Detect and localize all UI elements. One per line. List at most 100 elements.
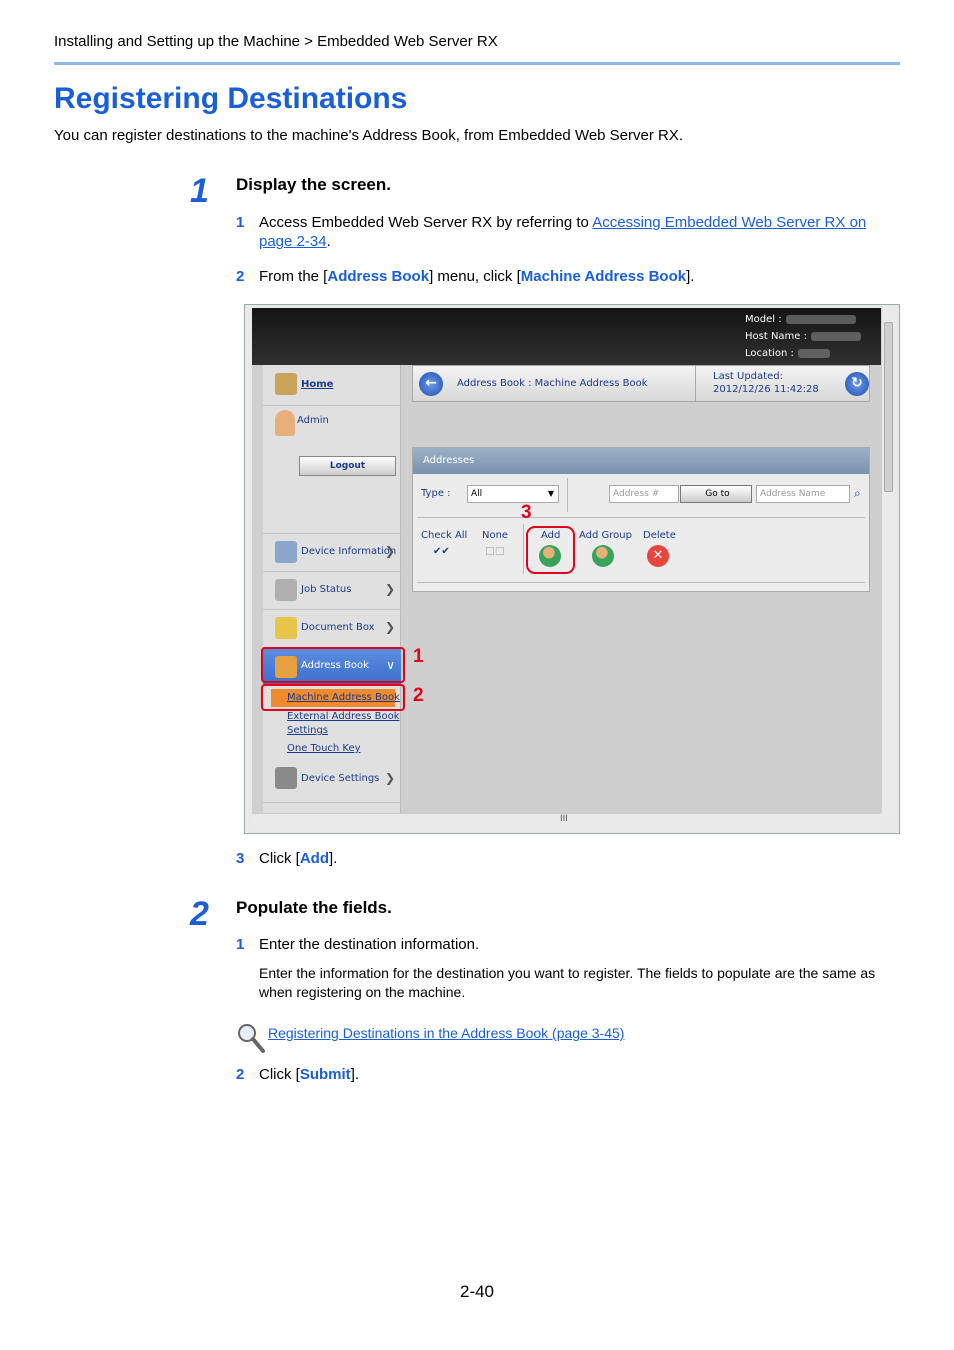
location-label: Location : — [745, 348, 794, 359]
nav-job-status[interactable]: Job Status ❯ — [263, 572, 401, 610]
substep-1-2-pre: From the [ — [259, 268, 328, 285]
substep-2-1-note: Enter the information for the destinatio… — [259, 965, 876, 1000]
kw-machine-address-book: Machine Address Book — [520, 268, 687, 285]
vertical-scrollbar[interactable] — [881, 308, 895, 813]
substep-2-2-pre: Click [ — [259, 1066, 300, 1083]
substep-2-2-number: 2 — [236, 1066, 245, 1083]
job-status-icon — [275, 579, 297, 601]
kw-add: Add — [299, 850, 330, 867]
none-icon[interactable]: ☐☐ — [485, 545, 505, 558]
nav-settings[interactable]: Settings — [287, 725, 328, 736]
nav-home-label: Home — [301, 379, 334, 390]
address-name-input[interactable]: Address Name — [756, 485, 850, 503]
dropdown-arrow-icon: ▼ — [547, 489, 554, 498]
callout-3: 3 — [521, 502, 532, 523]
panel-bottom-line — [417, 582, 865, 583]
nav-document-box-label: Document Box — [301, 622, 375, 633]
admin-user-icon — [275, 410, 295, 436]
substep-1-2-mid: ] menu, click [ — [429, 268, 521, 285]
substep-1-3-end: ]. — [329, 850, 338, 867]
link-accessing-ews-page[interactable]: page 2-34 — [259, 233, 327, 250]
page-title: Registering Destinations — [54, 82, 408, 115]
intro-text: You can register destinations to the mac… — [54, 127, 684, 144]
substep-1-1-body: Access Embedded Web Server RX by referri… — [259, 214, 593, 231]
substep-2-2-text: Click [Submit]. — [259, 1065, 359, 1084]
last-updated-value: 2012/12/26 11:42:28 — [713, 384, 819, 395]
breadcrumb: Installing and Setting up the Machine > … — [54, 33, 498, 50]
toolbar-divider — [567, 478, 568, 512]
callout-box-machine-address-book — [261, 684, 405, 711]
substep-1-1-text: Access Embedded Web Server RX by referri… — [259, 213, 904, 251]
device-info-block: Model : Host Name : Location : — [745, 311, 861, 362]
type-label: Type : — [421, 488, 451, 499]
none-label[interactable]: None — [482, 530, 508, 541]
nav-admin-label: Admin — [297, 415, 329, 426]
model-value-blurred — [785, 314, 856, 324]
search-icon[interactable]: ⌕ — [854, 486, 861, 501]
addresses-panel: Addresses Type : All ▼ Address # Go to Ad… — [412, 447, 870, 592]
host-name-label: Host Name : — [745, 331, 807, 342]
callout-2: 2 — [413, 685, 424, 706]
substep-1-3-pre: Click [ — [259, 850, 300, 867]
address-number-input[interactable]: Address # — [609, 485, 679, 503]
nav-one-touch-key[interactable]: One Touch Key — [287, 743, 361, 754]
toolbar-divider-2 — [523, 524, 524, 574]
nav-external-address-book[interactable]: External Address Book — [287, 711, 400, 722]
horizontal-scroll-grip[interactable]: III — [560, 814, 568, 824]
add-group-icon[interactable] — [592, 545, 614, 567]
link-registering-destinations-address-book[interactable]: Registering Destinations in the Address … — [268, 1024, 624, 1043]
chevron-right-icon: ❯ — [384, 620, 395, 634]
add-group-label[interactable]: Add Group — [579, 530, 632, 541]
magnifier-reference-icon — [236, 1022, 266, 1054]
substep-1-2-end: ]. — [686, 268, 695, 285]
back-arrow-icon[interactable]: ← — [419, 372, 443, 396]
refresh-icon[interactable]: ↻ — [845, 372, 869, 396]
last-updated-label: Last Updated: — [713, 371, 783, 382]
device-information-icon — [275, 541, 297, 563]
chevron-right-icon: ❯ — [384, 544, 395, 558]
logout-button[interactable]: Logout — [299, 456, 396, 476]
nav-device-information[interactable]: Device Information ❯ — [263, 534, 401, 572]
document-box-icon — [275, 617, 297, 639]
callout-box-address-book — [261, 647, 405, 683]
nav-home[interactable]: Home — [263, 365, 401, 406]
device-settings-icon — [275, 767, 297, 789]
delete-icon[interactable]: ✕ — [647, 545, 669, 567]
toolbar-separator — [417, 517, 865, 518]
vertical-scroll-thumb[interactable] — [884, 322, 893, 492]
callout-1: 1 — [413, 646, 424, 667]
header-rule — [54, 62, 900, 65]
substep-2-1-number: 1 — [236, 936, 245, 953]
check-all-icon[interactable]: ✔✔ — [433, 546, 450, 557]
substep-1-1-number: 1 — [236, 214, 245, 231]
delete-label[interactable]: Delete — [643, 530, 676, 541]
step-1-number: 1 — [190, 172, 209, 210]
host-value-blurred — [811, 331, 861, 341]
type-select-value: All — [471, 489, 483, 499]
type-select[interactable]: All ▼ — [467, 485, 559, 503]
model-label: Model : — [745, 314, 782, 325]
kw-address-book: Address Book — [327, 268, 430, 285]
nav-admin-block: Admin Logout — [263, 406, 401, 534]
substep-1-2-text: From the [Address Book] menu, click [Mac… — [259, 267, 694, 286]
chevron-right-icon: ❯ — [384, 582, 395, 596]
ews-header: ← Address Book : Machine Address Book La… — [412, 365, 870, 402]
nav-device-settings-label[interactable]: Device Settings — [301, 773, 379, 784]
home-icon — [275, 373, 297, 395]
go-to-button[interactable]: Go to — [680, 485, 752, 503]
link-accessing-ews[interactable]: Accessing Embedded Web Server RX on — [592, 214, 866, 231]
ews-top-bar: Model : Host Name : Location : — [252, 308, 881, 365]
nav-job-status-label: Job Status — [301, 584, 352, 595]
horizontal-scrollbar[interactable]: III — [252, 813, 881, 827]
kw-submit: Submit — [299, 1066, 351, 1083]
substep-1-1-end: . — [326, 233, 331, 250]
substep-2-1-text: Enter the destination information. — [259, 936, 480, 953]
nav-document-box[interactable]: Document Box ❯ — [263, 610, 401, 648]
step-1-heading: Display the screen. — [236, 175, 391, 194]
ews-side-nav: Home Admin Logout Device Information ❯ J… — [263, 365, 401, 813]
substep-1-2-number: 2 — [236, 268, 245, 285]
location-value-blurred — [797, 348, 830, 358]
check-all-label[interactable]: Check All — [421, 530, 467, 541]
header-path: Address Book : Machine Address Book — [457, 378, 648, 389]
substep-2-2-end: ]. — [350, 1066, 360, 1083]
